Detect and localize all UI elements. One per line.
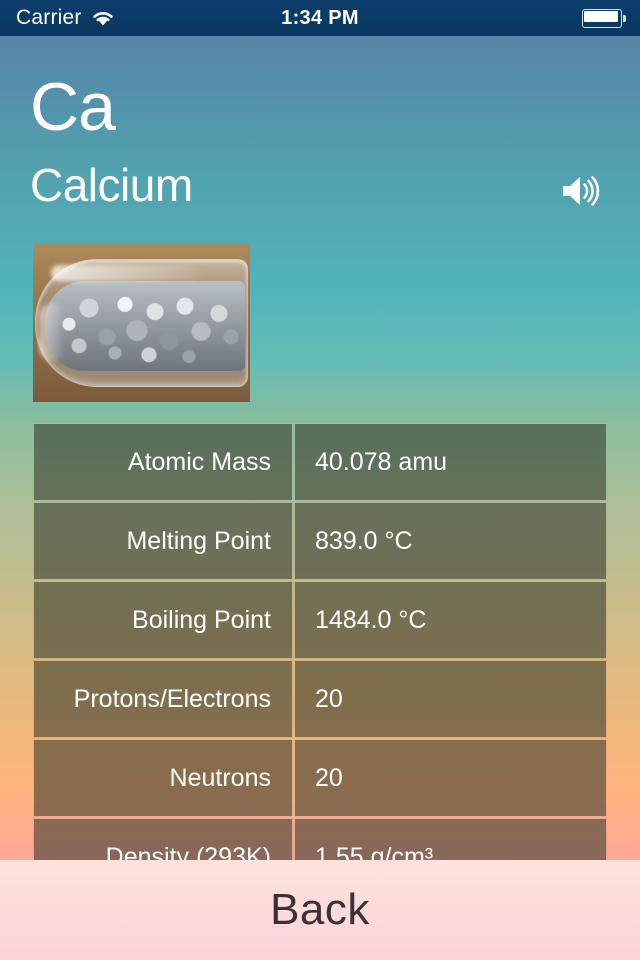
element-symbol: Ca [30, 69, 116, 145]
speaker-volume-icon[interactable] [552, 167, 610, 215]
table-row: Boiling Point 1484.0 °C [33, 581, 607, 659]
battery-full-icon [582, 9, 626, 28]
photo-highlight [51, 265, 201, 281]
element-name: Calcium [30, 159, 193, 211]
back-button-label: Back [270, 885, 370, 934]
status-bar: Carrier 1:34 PM [0, 0, 640, 36]
table-row: Neutrons 20 [33, 739, 607, 817]
property-value: 1484.0 °C [294, 581, 607, 659]
property-value: 839.0 °C [294, 502, 607, 580]
clock-label: 1:34 PM [281, 6, 359, 29]
back-button[interactable]: Back [0, 860, 640, 960]
property-label: Atomic Mass [33, 423, 293, 501]
properties-table: Atomic Mass 40.078 amu Melting Point 839… [33, 423, 607, 897]
property-value: 40.078 amu [294, 423, 607, 501]
table-row: Atomic Mass 40.078 amu [33, 423, 607, 501]
table-row: Melting Point 839.0 °C [33, 502, 607, 580]
property-label: Protons/Electrons [33, 660, 293, 738]
table-row: Protons/Electrons 20 [33, 660, 607, 738]
element-photo [33, 243, 250, 402]
property-label: Melting Point [33, 502, 293, 580]
photo-metal-granules [45, 281, 245, 371]
property-value: 20 [294, 660, 607, 738]
property-label: Neutrons [33, 739, 293, 817]
element-detail-screen: Carrier 1:34 PM Ca Calcium Atomic Mass 4… [0, 0, 640, 960]
photo-highlight-left [39, 303, 65, 361]
property-label: Boiling Point [33, 581, 293, 659]
property-value: 20 [294, 739, 607, 817]
